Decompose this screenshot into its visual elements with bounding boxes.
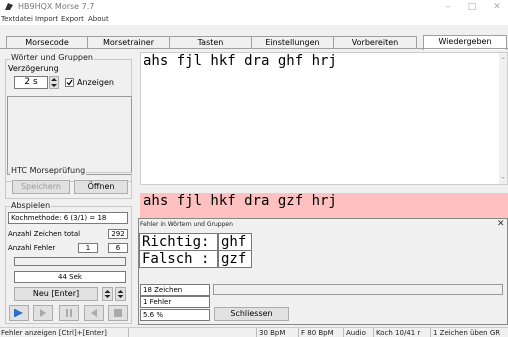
total-chars-value: 292: [108, 229, 128, 239]
menu-export[interactable]: Export: [61, 15, 84, 23]
spinner-arrows-icon: [51, 78, 57, 87]
spinner-arrows-icon: [104, 290, 111, 298]
app-icon: [5, 3, 13, 10]
correct-label: Richtig:: [139, 233, 218, 251]
menu-textdatei[interactable]: Textdatei: [1, 15, 33, 23]
status-separator: [128, 328, 129, 337]
delay-field[interactable]: 2 s: [14, 76, 48, 89]
error-percent-field: 5.6 %: [140, 309, 210, 321]
delay-label: Verzögerung: [8, 64, 59, 73]
total-chars-label: Anzahl Zeichen total: [8, 230, 81, 238]
status-separator: [373, 328, 374, 337]
elapsed-time: 44 Sek: [14, 271, 126, 283]
maximize-icon[interactable]: □: [462, 0, 482, 14]
tab-divider: [0, 48, 508, 49]
errors-count-label: Anzahl Fehler: [8, 244, 56, 252]
main-text-content: ahs fjl hkf dra ghf hrj: [143, 53, 337, 69]
status-separator: [256, 328, 257, 337]
show-label: Anzeigen: [77, 78, 114, 87]
title-bar: HB9HQX Morse 7.7 – □ ✕: [0, 0, 508, 14]
scroll-arrows-icon: [501, 57, 505, 179]
status-info: 1 Zeichen üben GR: [433, 329, 501, 337]
window-title: HB9HQX Morse 7.7: [18, 2, 95, 11]
stop-icon: [114, 309, 122, 317]
playback-group-label: Abspielen: [10, 201, 52, 210]
checkmark-icon: [66, 79, 73, 86]
status-show-errors: Fehler anzeigen [Ctrl]+[Enter]: [1, 329, 107, 337]
menu-import[interactable]: Import: [35, 15, 58, 23]
correct-value: ghf: [218, 233, 252, 251]
errors-count-value: 1: [78, 243, 98, 253]
spinner-arrows-icon: [117, 290, 124, 298]
close-dialog-button[interactable]: Schliessen: [214, 307, 289, 321]
back-button[interactable]: [84, 305, 104, 321]
menu-bar: Textdatei Import Export About: [0, 14, 508, 25]
pause-icon: [66, 309, 72, 317]
status-fbpm: F 80 BpM: [301, 329, 334, 337]
status-separator: [298, 328, 299, 337]
play-small-icon: [40, 309, 46, 317]
status-koch: Koch 10/41 r: [376, 329, 421, 337]
menu-about[interactable]: About: [88, 15, 109, 23]
back-icon: [91, 309, 97, 317]
words-group-label: Wörter und Gruppen: [10, 53, 94, 62]
status-bpm: 30 BpM: [259, 329, 286, 337]
speed-spinner-down[interactable]: [115, 287, 126, 301]
main-scrollbar[interactable]: [499, 53, 507, 184]
stop-button[interactable]: [108, 305, 128, 321]
errors-total-value: 6: [108, 243, 128, 253]
open-button[interactable]: Öffnen: [74, 180, 128, 194]
status-audio: Audio: [346, 329, 366, 337]
close-icon[interactable]: ✕: [497, 219, 505, 229]
dialog-progress-bar: [213, 284, 503, 295]
status-separator: [343, 328, 344, 337]
wrong-value: gzf: [218, 250, 252, 268]
pause-button[interactable]: [59, 305, 79, 321]
new-button[interactable]: Neu [Enter]: [14, 287, 98, 301]
show-checkbox[interactable]: [65, 78, 74, 87]
play-button[interactable]: [9, 305, 29, 321]
koch-method-field: Kochmethode: 6 (3/1) = 18: [8, 212, 128, 224]
words-display: [7, 96, 132, 175]
errors-count-field: 1 Fehler: [140, 296, 210, 308]
save-button[interactable]: Speichern: [12, 180, 70, 194]
error-text-content: ahs fjl hkf dra gzf hrj: [143, 193, 337, 209]
htc-group-label: HTC Morseprüfung: [10, 166, 87, 175]
resume-button[interactable]: [33, 305, 53, 321]
progress-bar: [14, 257, 126, 266]
play-icon: [14, 309, 23, 317]
close-icon[interactable]: ✕: [487, 0, 507, 14]
status-separator: [430, 328, 431, 337]
delay-spinner[interactable]: [49, 76, 59, 89]
wrong-label: Falsch :: [139, 250, 218, 268]
minimize-icon[interactable]: –: [438, 0, 458, 14]
error-dialog-title: Fehler in Wörtern und Gruppen: [140, 221, 233, 228]
main-text-area[interactable]: [140, 52, 508, 185]
chars-count-field: 18 Zeichen: [140, 284, 210, 296]
speed-spinner-up[interactable]: [102, 287, 113, 301]
